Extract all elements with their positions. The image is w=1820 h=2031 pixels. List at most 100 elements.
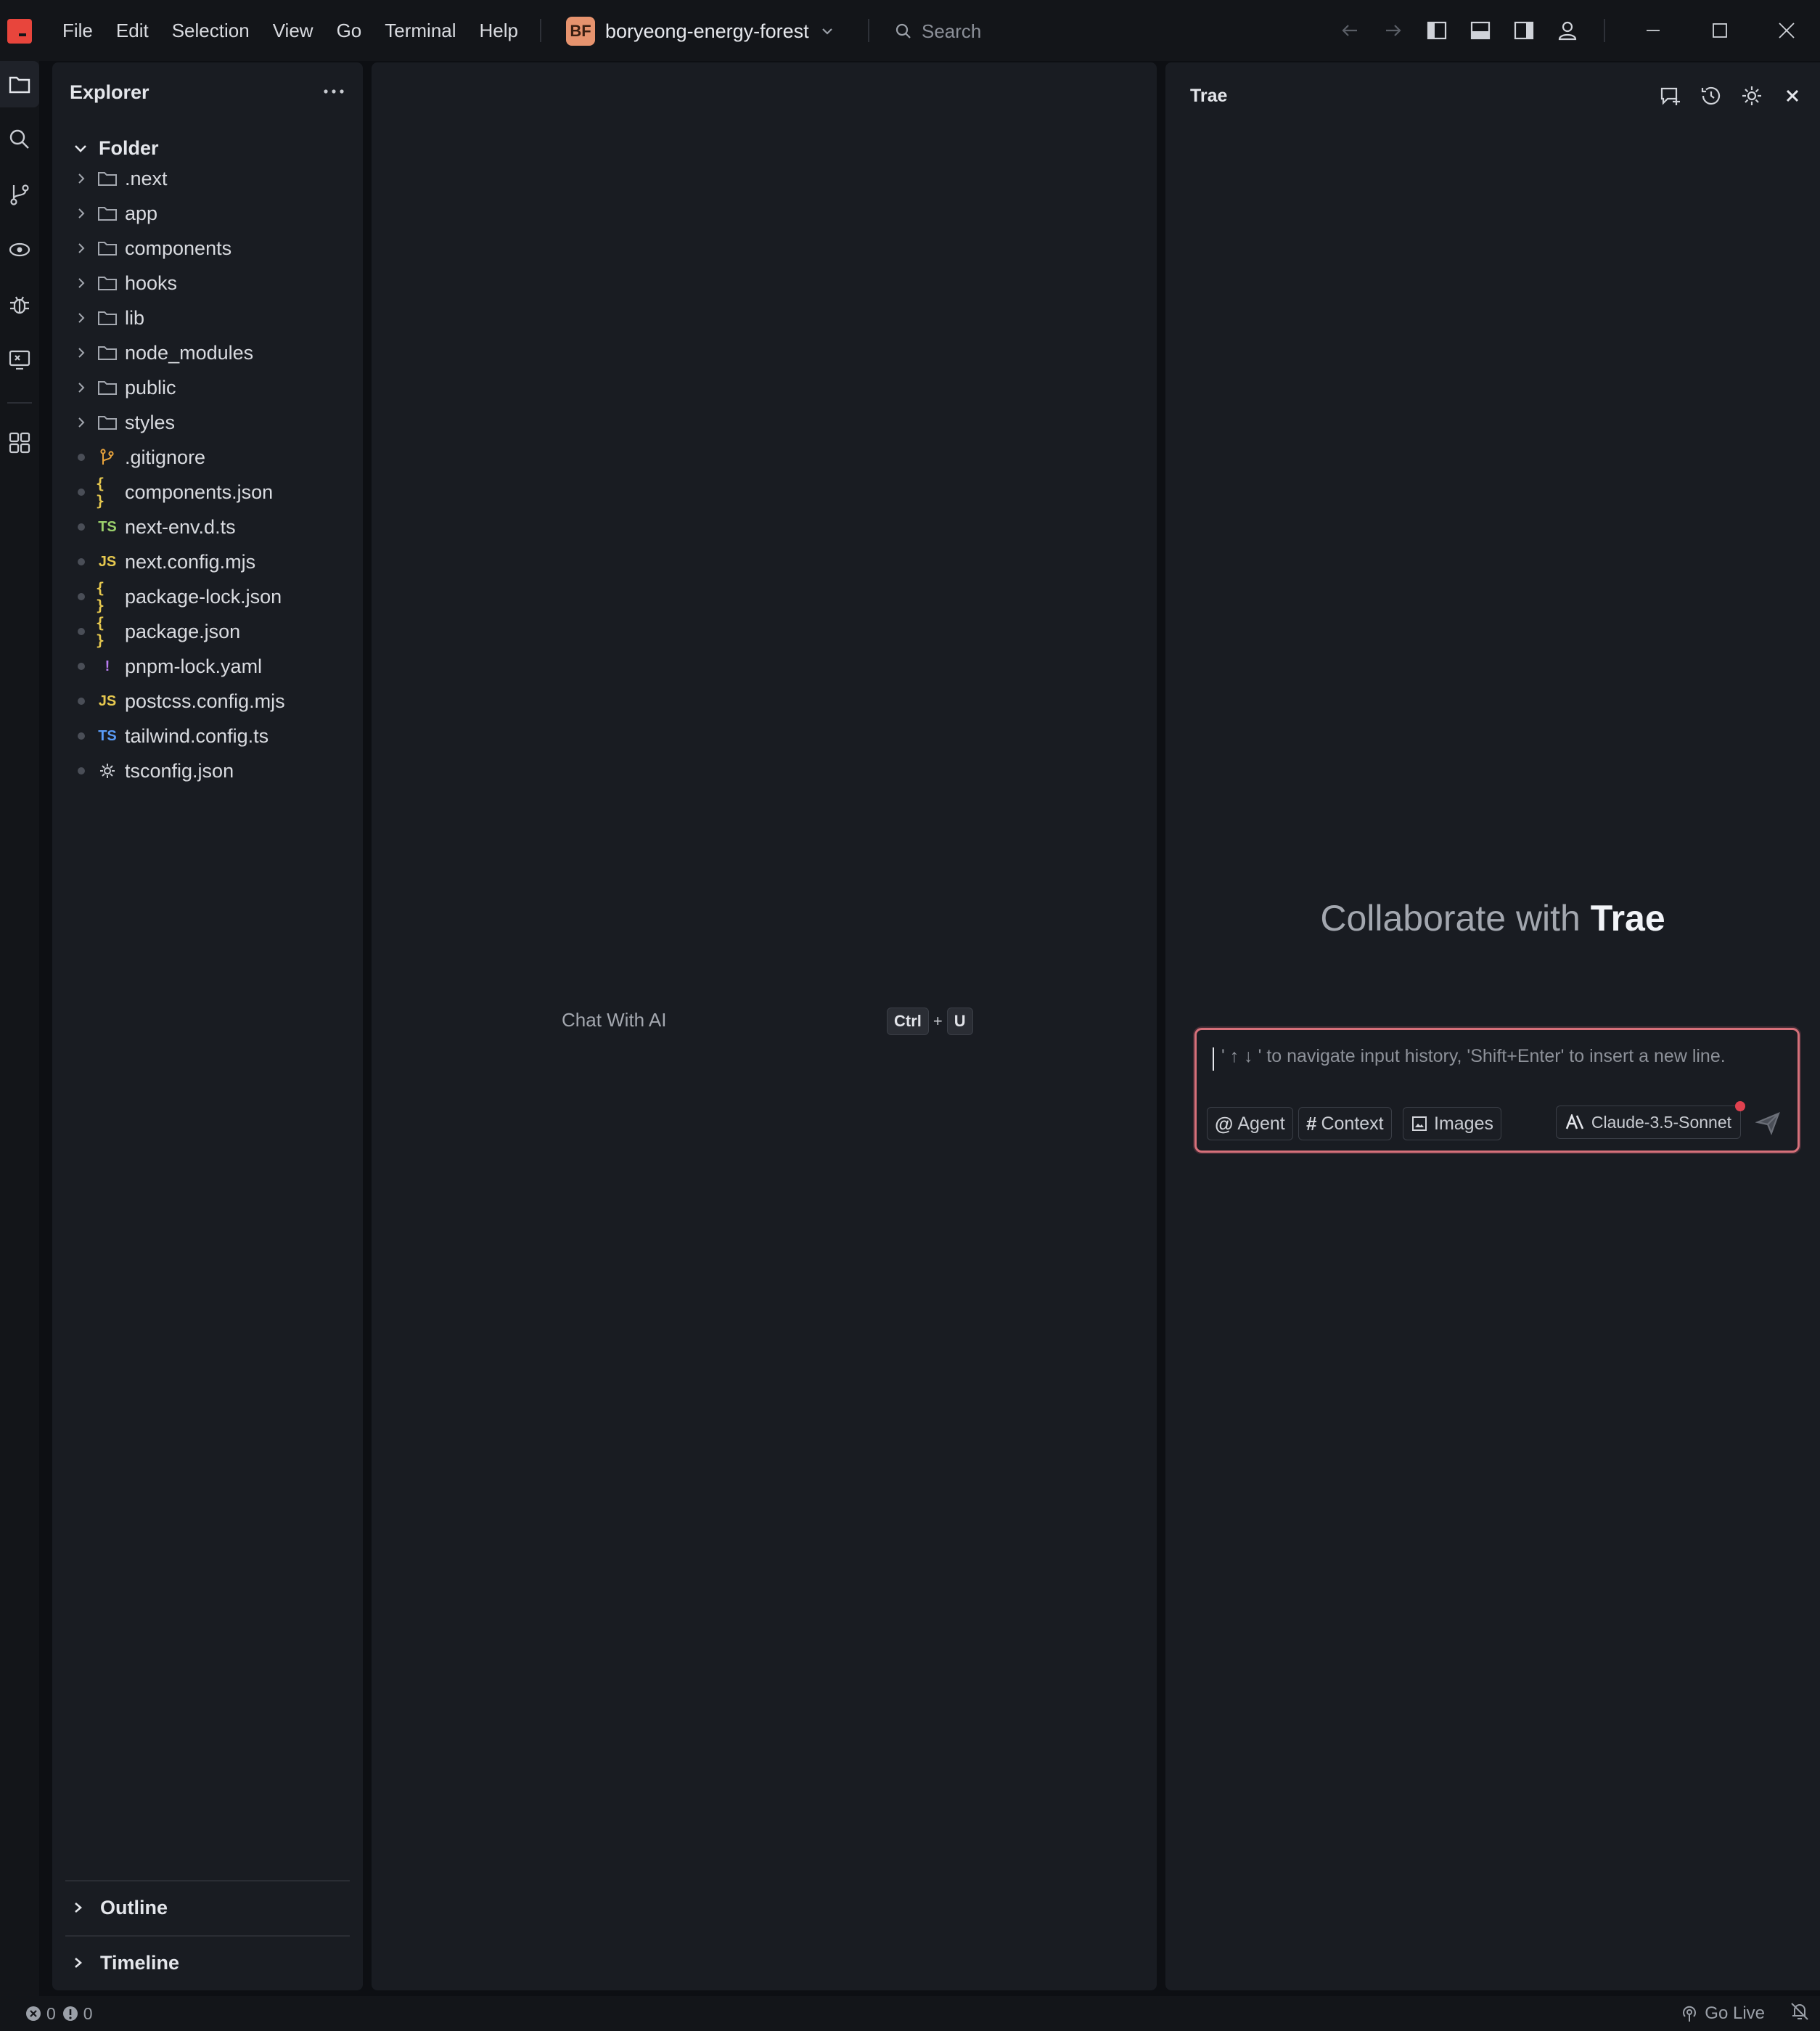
file-dot — [78, 454, 85, 461]
command-search[interactable]: Search — [894, 17, 981, 45]
model-name: Claude-3.5-Sonnet — [1591, 1112, 1731, 1132]
section-divider — [65, 1935, 350, 1937]
chevron-right-icon — [78, 417, 85, 428]
chevron-right-icon — [75, 1958, 82, 1968]
tree-file-gitignore[interactable]: .gitignore — [52, 440, 363, 475]
context-chip[interactable]: # Context — [1298, 1107, 1392, 1140]
toggle-primary-sidebar-button[interactable] — [1415, 0, 1459, 61]
tree-folder-styles[interactable]: styles — [52, 405, 363, 440]
tree-folder-components[interactable]: components — [52, 231, 363, 266]
tree-file-tsconfig[interactable]: tsconfig.json — [52, 753, 363, 788]
agent-chip-label: Agent — [1237, 1113, 1285, 1134]
folder-icon — [98, 207, 117, 221]
folder-icon — [98, 381, 117, 395]
tree-item-label: postcss.config.mjs — [125, 690, 285, 712]
minimize-icon — [1647, 30, 1660, 31]
activity-explorer[interactable] — [0, 61, 39, 107]
arrow-right-icon — [1386, 25, 1401, 36]
chevron-right-icon — [78, 278, 85, 288]
menu-selection[interactable]: Selection — [160, 0, 261, 61]
folder-icon — [98, 242, 117, 256]
timeline-label: Timeline — [100, 1951, 180, 1974]
activity-extensions[interactable] — [0, 420, 39, 466]
toggle-panel-button[interactable] — [1459, 0, 1502, 61]
tree-folder-lib[interactable]: lib — [52, 301, 363, 335]
tree-file-tailwind-config[interactable]: TS tailwind.config.ts — [52, 719, 363, 753]
close-panel-button[interactable] — [1772, 81, 1813, 110]
history-icon — [1701, 86, 1721, 105]
sidebar-right-icon — [1514, 21, 1534, 40]
menu-view[interactable]: View — [261, 0, 325, 61]
menu-edit[interactable]: Edit — [104, 0, 160, 61]
json-icon: { } — [96, 579, 105, 614]
ide-window: File Edit Selection View Go Terminal Hel… — [0, 0, 1820, 2031]
section-divider — [65, 1880, 350, 1881]
activity-separator — [7, 402, 32, 404]
gear-icon — [1742, 86, 1761, 105]
more-icon[interactable] — [322, 83, 345, 100]
activity-debug[interactable] — [0, 282, 39, 328]
tree-file-postcss-config[interactable]: JS postcss.config.mjs — [52, 684, 363, 719]
project-switcher[interactable]: BF boryeong-energy-forest — [566, 16, 835, 46]
tree-file-next-config[interactable]: JS next.config.mjs — [52, 544, 363, 579]
tree-item-label: .next — [125, 167, 168, 189]
minimize-button[interactable] — [1620, 0, 1686, 61]
menu-bar: File Edit Selection View Go Terminal Hel… — [51, 0, 530, 61]
model-selector[interactable]: Claude-3.5-Sonnet — [1555, 1106, 1741, 1139]
send-button[interactable] — [1753, 1107, 1784, 1139]
menu-terminal[interactable]: Terminal — [373, 0, 467, 61]
chevron-right-icon — [75, 1903, 82, 1913]
settings-button[interactable] — [1731, 81, 1772, 110]
tree-item-label: package.json — [125, 620, 241, 642]
activity-remote-explorer[interactable] — [0, 337, 39, 383]
tree-file-components-json[interactable]: { } components.json — [52, 475, 363, 510]
keyboard-shortcut: Ctrl + U — [887, 1008, 973, 1035]
images-chip[interactable]: Images — [1403, 1107, 1501, 1140]
menu-file[interactable]: File — [51, 0, 104, 61]
project-avatar: BF — [566, 17, 595, 46]
outline-section-header[interactable]: Outline — [73, 1893, 168, 1922]
notifications-button[interactable] — [1790, 2001, 1810, 2027]
nav-back-button[interactable] — [1328, 0, 1372, 61]
problems-status[interactable]: 0 0 — [25, 1996, 99, 2031]
account-button[interactable] — [1546, 0, 1589, 61]
explorer-title: Explorer — [70, 81, 149, 103]
agent-chip[interactable]: @ Agent — [1207, 1107, 1293, 1140]
tree-file-package-json[interactable]: { } package.json — [52, 614, 363, 649]
tree-file-pnpm-lock[interactable]: ! pnpm-lock.yaml — [52, 649, 363, 684]
new-chat-button[interactable] — [1650, 81, 1691, 110]
tree-folder-hooks[interactable]: hooks — [52, 266, 363, 301]
go-live-button[interactable]: Go Live — [1680, 2003, 1765, 2024]
tree-file-package-lock[interactable]: { } package-lock.json — [52, 579, 363, 614]
javascript-icon: JS — [98, 553, 117, 570]
tree-folder-public[interactable]: public — [52, 370, 363, 405]
tree-folder-node-modules[interactable]: node_modules — [52, 335, 363, 370]
history-button[interactable] — [1691, 81, 1731, 110]
tree-folder-app[interactable]: app — [52, 196, 363, 231]
activity-remote[interactable] — [0, 226, 39, 273]
folder-section-header[interactable]: Folder — [73, 135, 159, 161]
toggle-secondary-sidebar-button[interactable] — [1502, 0, 1546, 61]
activity-search[interactable] — [0, 116, 39, 163]
collaborate-brand: Trae — [1590, 898, 1665, 939]
kbd-ctrl: Ctrl — [887, 1008, 929, 1035]
warning-count: 0 — [83, 2003, 93, 2023]
tree-item-label: next.config.mjs — [125, 550, 256, 573]
activity-source-control[interactable] — [0, 171, 39, 218]
tree-item-label: public — [125, 376, 176, 399]
timeline-section-header[interactable]: Timeline — [73, 1948, 179, 1977]
menu-help[interactable]: Help — [468, 0, 530, 61]
tree-file-next-env[interactable]: TS next-env.d.ts — [52, 510, 363, 544]
chat-input-box[interactable]: ' ↑ ↓ ' to navigate input history, 'Shif… — [1194, 1028, 1800, 1153]
close-window-button[interactable] — [1753, 0, 1820, 61]
maximize-button[interactable] — [1686, 0, 1753, 61]
git-file-icon — [100, 449, 114, 465]
bug-icon — [10, 296, 29, 314]
tree-item-label: node_modules — [125, 341, 254, 364]
nav-forward-button[interactable] — [1372, 0, 1415, 61]
menu-go[interactable]: Go — [325, 0, 374, 61]
folder-icon — [98, 277, 117, 290]
tree-folder-next[interactable]: .next — [52, 161, 363, 196]
chevron-right-icon — [78, 243, 85, 253]
close-icon — [1779, 23, 1795, 38]
